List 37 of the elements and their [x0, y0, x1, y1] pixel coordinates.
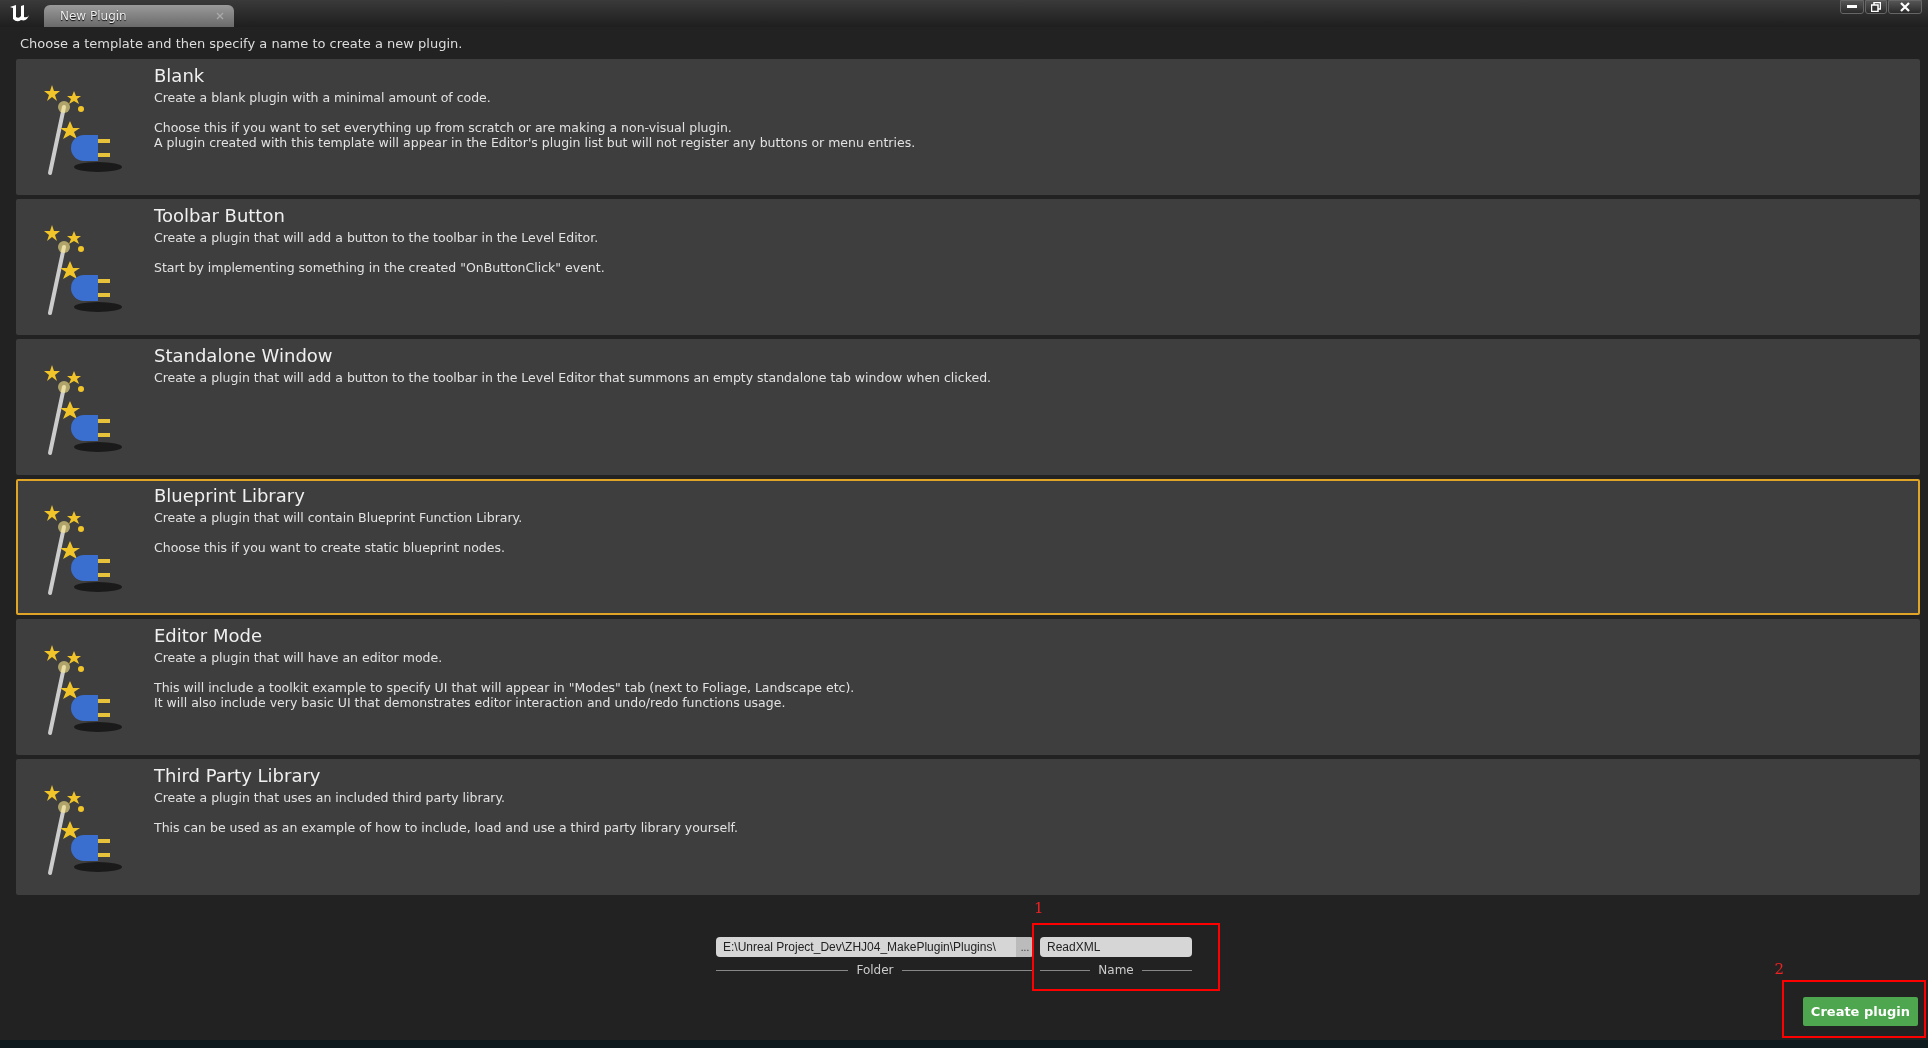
template-title: Blueprint Library — [154, 485, 306, 506]
template-description: This can be used as an example of how to include, load and use a third party library yourself. — [154, 820, 739, 835]
template-description: Create a blank plugin with a minimal amount of code. — [154, 90, 492, 105]
name-field[interactable]: ReadXML — [1040, 937, 1192, 957]
template-title: Blank — [154, 65, 206, 86]
folder-field[interactable]: E:\Unreal Project_Dev\ZHJ04_MakePlugin\Plugins\ — [716, 937, 1016, 957]
instructions-text: Choose a template and then specify a name to create a new plugin. — [19, 35, 464, 53]
template-card[interactable]: Standalone Window Create a plugin that will add a button to the toolbar in the Level Editor that summons an empty standalone tab window when clicked. — [16, 339, 1920, 475]
template-description: Choose this if you want to create static blueprint nodes. — [154, 540, 506, 555]
template-card[interactable]: Third Party Library Create a plugin that uses an included third party library. This can be used as an example of how to include, load and use a third party library yourself. — [16, 759, 1920, 895]
template-card[interactable]: Blueprint Library Create a plugin that will contain Blueprint Function Library. Choose this if you want to create static blueprint nodes. — [16, 479, 1920, 615]
restore-icon — [1871, 2, 1881, 12]
template-title: Toolbar Button — [154, 205, 286, 226]
minimize-icon — [1847, 5, 1857, 9]
annotation-number: 2 — [1774, 960, 1784, 978]
close-icon — [1900, 2, 1910, 12]
template-description: Create a plugin that will add a button to the toolbar in the Level Editor that summons an empty standalone tab window when clicked. — [154, 370, 992, 385]
template-description: Create a plugin that will have an editor mode. — [154, 650, 444, 665]
template-description: Create a plugin that will add a button to the toolbar in the Level Editor. — [154, 230, 600, 245]
template-description: Create a plugin that uses an included third party library. — [154, 790, 507, 805]
template-description: Create a plugin that will contain Blueprint Function Library. — [154, 510, 523, 525]
minimize-button[interactable] — [1840, 0, 1864, 14]
field-label: Folder — [856, 963, 894, 977]
template-card[interactable]: Toolbar Button Create a plugin that will add a button to the toolbar in the Level Editor. Start by implementing something in the created "OnButtonClick" event. — [16, 199, 1920, 335]
close-window-button[interactable] — [1888, 0, 1922, 14]
template-description: This will include a toolkit example to specify UI that will appear in "Modes" tab (next to Foliage, Landscape etc). — [154, 680, 855, 695]
template-title: Third Party Library — [154, 765, 322, 786]
annotation-number: 1 — [1034, 899, 1044, 917]
template-title: Editor Mode — [154, 625, 264, 646]
tab-title: New Plugin — [60, 9, 127, 23]
template-description: A plugin created with this template will appear in the Editor's plugin list but will not register any buttons or menu entries. — [154, 135, 916, 150]
field-label: Name — [1098, 963, 1134, 977]
template-description: It will also include very basic UI that demonstrates editor interaction and undo/redo functions usage. — [154, 695, 787, 710]
template-description: Start by implementing something in the created "OnButtonClick" event. — [154, 260, 605, 275]
template-description: Choose this if you want to set everything up from scratch or are making a non-visual plugin. — [154, 120, 733, 135]
template-title: Standalone Window — [154, 345, 334, 366]
restore-button[interactable] — [1865, 0, 1887, 14]
